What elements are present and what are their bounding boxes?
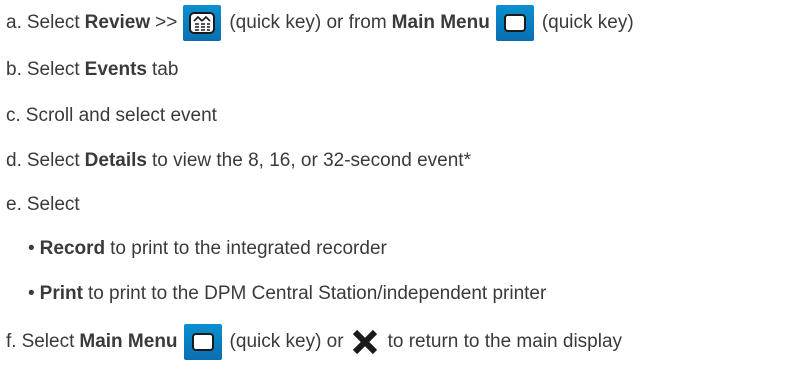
main-menu-quick-key-icon	[495, 5, 534, 41]
bullet: •	[28, 283, 35, 304]
main-menu-label: Main Menu	[79, 331, 178, 352]
sub-item-text: to print to the integrated recorder	[110, 238, 387, 259]
step-text: to return to the main display	[387, 331, 623, 352]
step-text: Scroll and select event	[25, 105, 217, 126]
step-marker: a.	[6, 12, 22, 33]
instruction-list: a. Select Review >> (quick key) or from …	[0, 0, 793, 372]
details-label: Details	[84, 150, 147, 171]
step-text: Select	[26, 59, 80, 80]
events-tab-label: Events	[84, 59, 147, 80]
review-quick-key-icon	[183, 5, 222, 41]
print-label: Print	[39, 283, 83, 304]
step-b: b. Select Events tab	[6, 59, 178, 81]
step-text: Select	[21, 331, 75, 352]
quick-key-text: (quick key)	[541, 12, 634, 33]
sub-item-text: to print to the DPM Central Station/inde…	[87, 283, 547, 304]
main-menu-quick-key-icon	[183, 324, 222, 360]
main-menu-glyph-icon	[503, 14, 526, 32]
step-text: Select	[26, 194, 80, 215]
step-text: to view the 8, 16, or 32-second event*	[151, 150, 471, 171]
bullet: •	[28, 238, 35, 259]
step-text: Select	[26, 12, 80, 33]
sub-item-record: • Record to print to the integrated reco…	[28, 238, 387, 260]
step-e: e. Select	[6, 194, 80, 216]
review-glyph-icon	[189, 12, 216, 34]
close-x-icon	[350, 327, 380, 357]
step-marker: c.	[6, 105, 21, 126]
step-marker: e.	[6, 194, 22, 215]
step-a: a. Select Review >> (quick key) or from …	[6, 5, 634, 41]
quick-key-text: (quick key) or	[229, 331, 344, 352]
step-marker: d.	[6, 150, 22, 171]
step-marker: b.	[6, 59, 22, 80]
main-menu-glyph-icon	[191, 333, 214, 351]
main-menu-label: Main Menu	[391, 12, 490, 33]
record-label: Record	[39, 238, 106, 259]
step-c: c. Scroll and select event	[6, 105, 217, 127]
step-text: tab	[151, 59, 179, 80]
review-label: Review	[84, 12, 151, 33]
quick-key-text: (quick key) or from	[229, 12, 387, 33]
sub-item-print: • Print to print to the DPM Central Stat…	[28, 283, 546, 305]
step-f: f. Select Main Menu (quick key) or to re…	[6, 324, 622, 360]
step-d: d. Select Details to view the 8, 16, or …	[6, 150, 471, 172]
step-marker: f.	[6, 331, 17, 352]
step-text: Select	[26, 150, 80, 171]
arrows-text: >>	[155, 12, 178, 33]
